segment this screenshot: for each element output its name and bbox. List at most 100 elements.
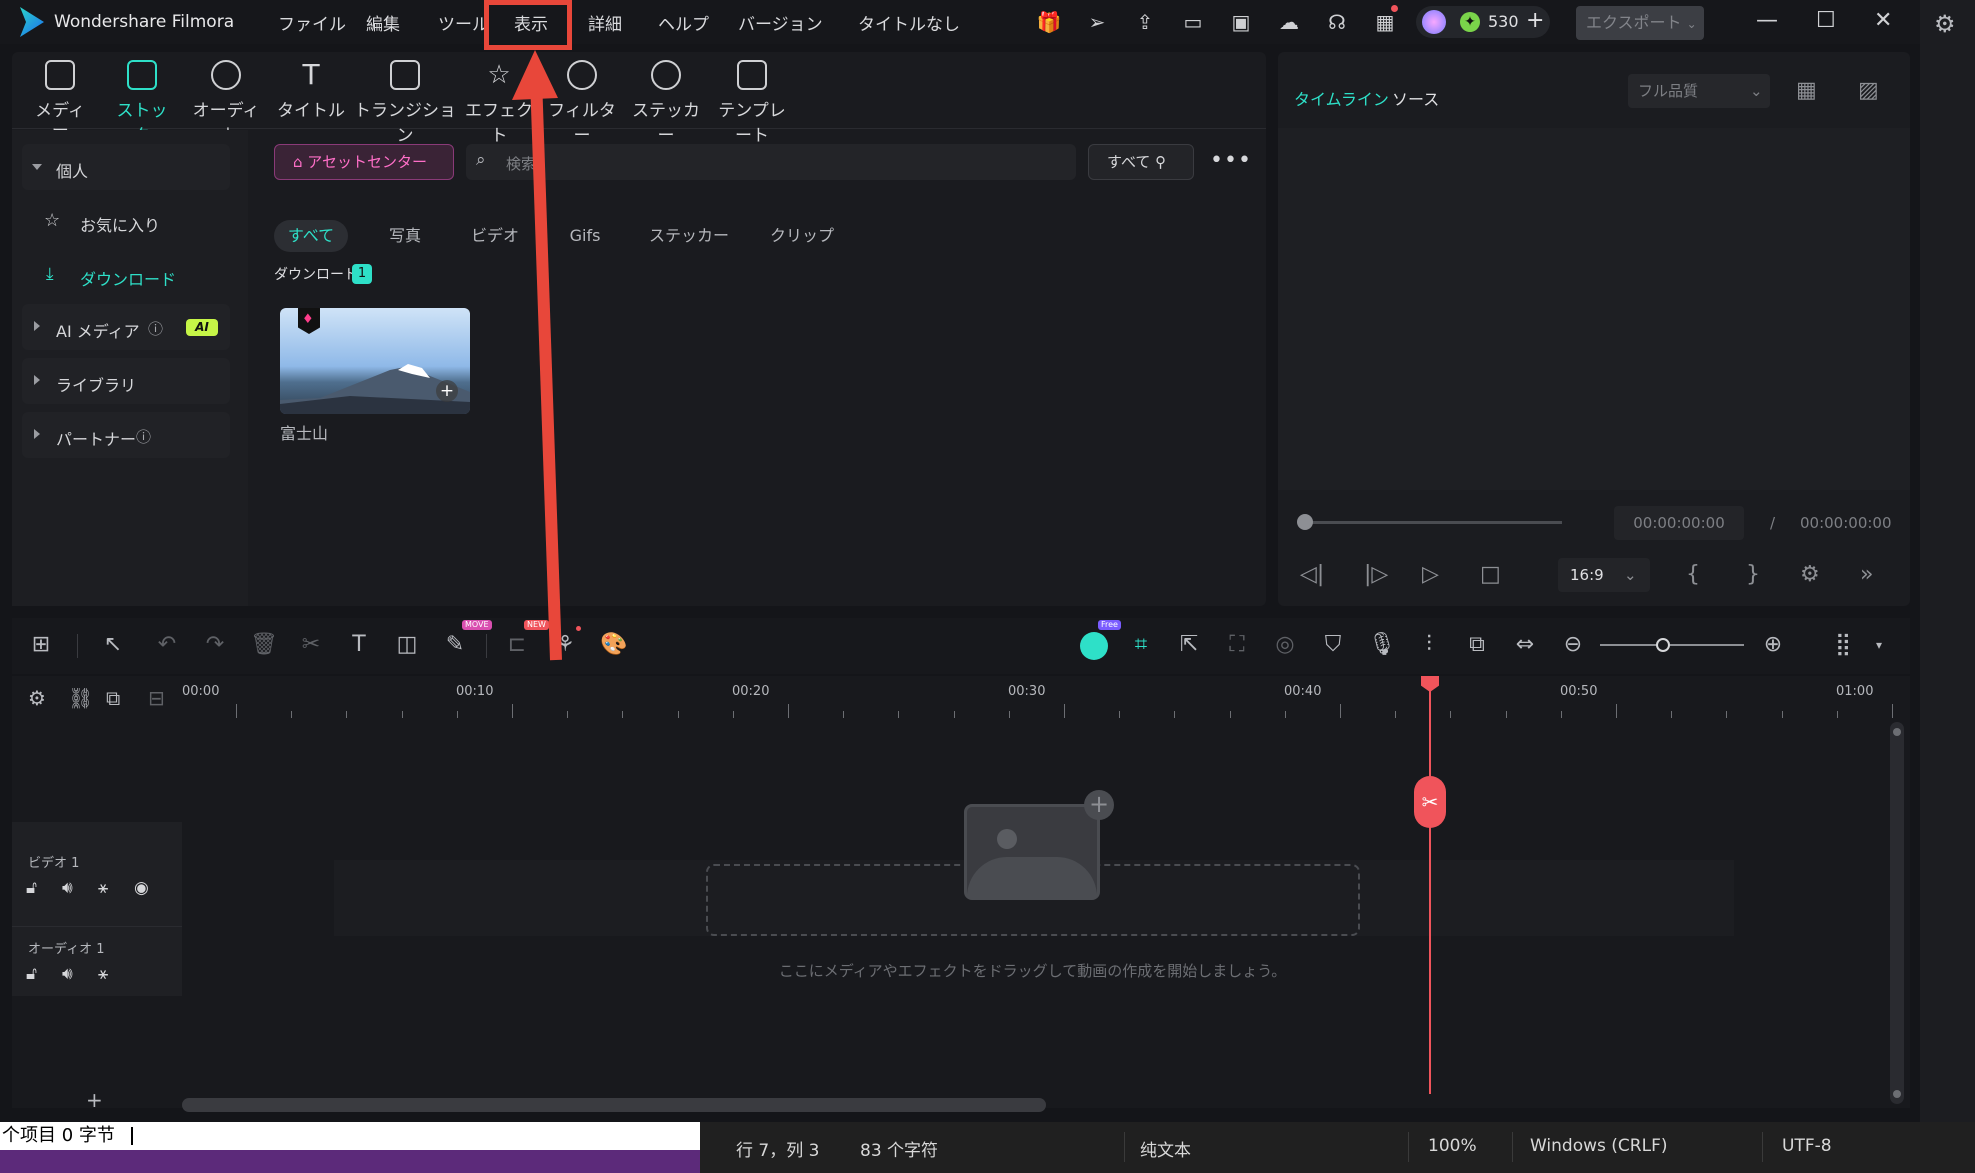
- tab-effect[interactable]: ☆ エフェクト: [462, 60, 536, 146]
- cloud-icon[interactable]: ☁: [1276, 10, 1302, 34]
- menu-file[interactable]: ファイル: [278, 10, 346, 35]
- scissors-icon[interactable]: ✂: [298, 632, 324, 658]
- headset-icon[interactable]: ☊: [1324, 10, 1350, 34]
- filter-tab-clip[interactable]: クリップ: [756, 220, 848, 252]
- scrollbar-thumb[interactable]: [1893, 728, 1901, 736]
- mark-in-icon[interactable]: {: [1686, 562, 1700, 587]
- gift-icon[interactable]: 🎁: [1036, 10, 1062, 34]
- expand-icon[interactable]: »: [1860, 562, 1873, 587]
- step-forward-icon[interactable]: |▷: [1364, 562, 1388, 587]
- magic-wand-icon[interactable]: ⚹: [98, 878, 108, 898]
- menu-version[interactable]: バージョン: [738, 10, 823, 35]
- search-input[interactable]: ⌕ 検索: [466, 144, 1076, 180]
- scrollbar-thumb[interactable]: [1893, 1090, 1901, 1098]
- sidebar-item-download[interactable]: ダウンロード: [80, 266, 176, 290]
- add-credits-icon[interactable]: +: [1526, 8, 1544, 33]
- more-icon[interactable]: •••: [1210, 148, 1252, 173]
- aspect-ratio-dropdown[interactable]: 16:9 ⌄: [1558, 558, 1650, 592]
- filter-tab-photo[interactable]: 写真: [370, 220, 440, 252]
- ai-tool-icon[interactable]: ⚘: [552, 632, 578, 658]
- save-icon[interactable]: ▣: [1228, 10, 1254, 34]
- preview-scrubber[interactable]: [1306, 521, 1562, 524]
- eye-icon[interactable]: ◉: [134, 878, 149, 898]
- speed-icon[interactable]: ◎: [1272, 632, 1298, 658]
- add-track-button[interactable]: +: [86, 1088, 103, 1112]
- text-icon[interactable]: T: [346, 632, 372, 658]
- select-pointer-icon[interactable]: ↖: [100, 632, 126, 658]
- split-icon[interactable]: ⊏: [504, 632, 530, 658]
- filter-tab-all[interactable]: すべて: [274, 220, 348, 252]
- settings-gear-icon[interactable]: ⚙: [1934, 10, 1956, 38]
- mark-out-icon[interactable]: }: [1746, 562, 1760, 587]
- sidebar-ai-media[interactable]: AI メディア ⓘ AI: [22, 304, 230, 350]
- lock-icon[interactable]: 🔓︎: [26, 878, 37, 898]
- menu-advanced[interactable]: 詳細: [588, 10, 622, 35]
- step-back-icon[interactable]: ◁|: [1300, 562, 1324, 587]
- link-icon[interactable]: ⧉: [106, 686, 120, 710]
- help-icon[interactable]: ⓘ: [136, 426, 151, 447]
- upload-icon[interactable]: ⇪: [1132, 10, 1158, 34]
- ai-copilot-icon[interactable]: [1080, 632, 1108, 660]
- sidebar-library[interactable]: ライブラリ: [22, 358, 230, 404]
- layout-icon[interactable]: ▭: [1180, 10, 1206, 34]
- filter-tab-sticker[interactable]: ステッカー: [640, 220, 738, 252]
- menu-tools[interactable]: ツール: [438, 10, 489, 35]
- zoom-slider[interactable]: [1600, 644, 1744, 646]
- tab-source[interactable]: ソース: [1392, 86, 1439, 110]
- vertical-scrollbar[interactable]: [1890, 722, 1904, 1104]
- apps-grid-icon[interactable]: ▦: [1372, 10, 1398, 34]
- quality-dropdown[interactable]: フル品質 ⌄: [1628, 74, 1770, 108]
- redo-icon[interactable]: ↷: [202, 632, 228, 658]
- asset-center-button[interactable]: ⌂ アセットセンター: [274, 144, 454, 180]
- horizontal-scrollbar[interactable]: [182, 1098, 1046, 1112]
- auto-reframe-icon[interactable]: ⌗: [1128, 632, 1154, 658]
- play-icon[interactable]: ▷: [1422, 562, 1439, 587]
- credits-pill[interactable]: ✦ 530 +: [1416, 6, 1550, 38]
- tab-timeline-preview[interactable]: タイムライン: [1294, 86, 1389, 110]
- layout-grid-icon[interactable]: ⊞: [28, 632, 54, 658]
- unlink-icon[interactable]: ⛓: [68, 686, 93, 710]
- track-density-icon[interactable]: ⣿: [1830, 632, 1856, 658]
- pen-icon[interactable]: ✎: [442, 632, 468, 658]
- thumbnail-mt-fuji[interactable]: ♦ +: [280, 308, 470, 414]
- help-icon[interactable]: ⓘ: [148, 318, 163, 339]
- split-at-playhead-icon[interactable]: ✂: [1414, 776, 1446, 828]
- add-media-icon[interactable]: +: [1084, 790, 1114, 820]
- sidebar-item-favorites[interactable]: お気に入り: [80, 212, 160, 236]
- filter-all-dropdown[interactable]: すべて ⚲: [1088, 144, 1194, 180]
- stop-icon[interactable]: □: [1480, 562, 1501, 587]
- gear-icon[interactable]: ⚙: [1800, 562, 1820, 587]
- close-icon[interactable]: ✕: [1874, 8, 1892, 33]
- avatar[interactable]: [1422, 10, 1446, 34]
- tab-transition[interactable]: トランジション: [354, 60, 456, 146]
- delete-icon[interactable]: 🗑: [250, 632, 278, 658]
- minimize-icon[interactable]: —: [1756, 8, 1778, 33]
- zoom-slider-handle[interactable]: [1656, 638, 1670, 652]
- menu-help[interactable]: ヘルプ: [658, 10, 709, 35]
- tab-title[interactable]: T タイトル: [276, 60, 346, 122]
- timeline-settings-icon[interactable]: ⚙: [28, 686, 46, 710]
- sidebar-partner[interactable]: パートナー ⓘ: [22, 412, 230, 458]
- microphone-icon[interactable]: 🎙: [1368, 632, 1396, 658]
- send-icon[interactable]: ➢: [1084, 10, 1110, 34]
- scrubber-handle[interactable]: [1297, 514, 1313, 530]
- audio-mixer-icon[interactable]: ⫶: [1416, 632, 1442, 658]
- track-manager-icon[interactable]: ⊟: [148, 686, 165, 710]
- share-icon[interactable]: ⇱: [1176, 632, 1202, 658]
- shape-icon[interactable]: ◫: [394, 632, 420, 658]
- sidebar-personal[interactable]: 個人: [22, 144, 230, 190]
- speaker-icon[interactable]: 🔊︎: [62, 878, 73, 898]
- grid-view-icon[interactable]: ▦: [1796, 78, 1817, 103]
- tab-sticker[interactable]: ステッカー: [628, 60, 704, 146]
- tab-template[interactable]: テンプレート: [710, 60, 794, 146]
- filter-tab-video[interactable]: ビデオ: [460, 220, 530, 252]
- shield-icon[interactable]: ⛉: [1320, 632, 1346, 658]
- image-edit-icon[interactable]: ⛶: [1224, 632, 1250, 658]
- fit-icon[interactable]: ⇔: [1512, 632, 1538, 658]
- palette-icon[interactable]: 🎨: [600, 632, 627, 658]
- zoom-in-icon[interactable]: ⊕: [1760, 632, 1786, 658]
- maximize-icon[interactable]: ☐: [1816, 8, 1836, 33]
- export-button[interactable]: エクスポート ⌄: [1576, 6, 1704, 40]
- add-to-project-icon[interactable]: +: [436, 380, 458, 402]
- voiceover-icon[interactable]: ⧉: [1464, 632, 1490, 658]
